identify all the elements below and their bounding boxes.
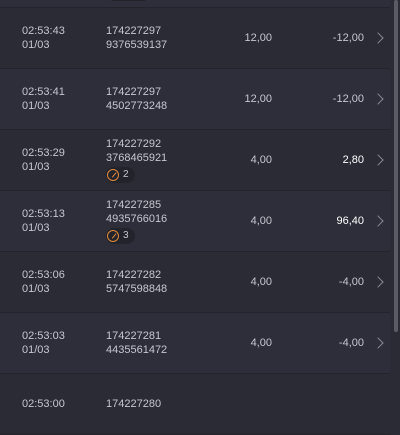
table-row-partial-top[interactable]: 1414 [0, 0, 390, 8]
row-bet: 12,00 [244, 93, 272, 105]
row-bet: 4,00 [250, 337, 272, 349]
row-datetime: 02:53:13 01/03 [22, 191, 65, 251]
round-id-line2: 5747598848 [106, 283, 168, 295]
multiplier-count: 2 [123, 169, 129, 180]
table-row[interactable]: 02:53:06 01/03 174227282 5747598848 4,00… [0, 252, 390, 313]
row-time: 02:53:06 [22, 269, 65, 281]
multiplier-badge: 3 [106, 228, 135, 244]
row-datetime: 02:53:00 [22, 374, 65, 434]
row-date: 01/03 [22, 222, 50, 234]
row-win: 2,80 [342, 154, 364, 166]
row-bet: 4,00 [250, 154, 272, 166]
row-win: 96,40 [336, 215, 364, 227]
row-bet: 4,00 [250, 276, 272, 288]
round-id-line1: 174227285 [106, 199, 162, 211]
row-datetime: 02:53:06 01/03 [22, 252, 65, 312]
row-round-id: 174227281 4435561472 [106, 313, 167, 373]
round-id-line1: 174227297 [106, 25, 162, 37]
row-time: 02:53:41 [22, 86, 65, 98]
row-round-id: 174227282 5747598848 [106, 252, 167, 312]
round-id-line2: 4935766016 [106, 213, 168, 225]
row-datetime: 02:53:29 01/03 [22, 130, 65, 190]
round-id-line2: 4435561472 [106, 344, 168, 356]
row-bet: 4,00 [250, 215, 272, 227]
chevron-right-icon [372, 32, 384, 44]
table-row[interactable]: 02:53:41 01/03 174227297 4502773248 12,0… [0, 69, 390, 130]
row-win: -4,00 [338, 276, 364, 288]
chevron-right-icon [372, 215, 384, 227]
row-date: 01/03 [22, 100, 50, 112]
row-datetime: 02:53:41 01/03 [22, 69, 65, 129]
round-id-line2: 3768465921 [106, 152, 168, 164]
row-date: 01/03 [22, 283, 50, 295]
round-id-line1: 174227280 [106, 398, 162, 410]
row-datetime: 02:53:43 01/03 [22, 8, 65, 68]
row-datetime: 02:53:03 01/03 [22, 313, 65, 373]
chevron-right-icon [372, 154, 384, 166]
chevron-right-icon [372, 337, 384, 349]
row-time: 02:53:43 [22, 25, 65, 37]
row-date: 01/03 [22, 344, 50, 356]
multiplier-badge: 1414 [106, 0, 152, 1]
row-round-id: 174227297 4502773248 [106, 69, 167, 129]
row-time: 02:53:13 [22, 208, 65, 220]
row-win: -12,00 [332, 93, 364, 105]
multiplier-count: 3 [123, 230, 129, 241]
row-win: -4,00 [338, 337, 364, 349]
row-time: 02:53:00 [22, 398, 65, 410]
multiplier-icon [107, 230, 119, 242]
chevron-right-icon [372, 93, 384, 105]
chevron-right-icon [372, 276, 384, 288]
row-time: 02:53:03 [22, 330, 65, 342]
round-id-line1: 174227282 [106, 269, 162, 281]
row-win: -12,00 [332, 32, 364, 44]
round-id-line2: 4502773248 [106, 100, 168, 112]
row-round-id: 174227297 9376539137 [106, 8, 167, 68]
scrollbar[interactable] [394, 0, 398, 332]
row-round-id: 174227292 3768465921 2 [106, 130, 167, 190]
multiplier-icon [107, 169, 119, 181]
round-id-line1: 174227297 [106, 86, 162, 98]
round-id-line1: 174227281 [106, 330, 162, 342]
bet-history-list: 1414 02:53:43 01/03 174227297 9376539137… [0, 0, 390, 435]
table-row[interactable]: 02:53:13 01/03 174227285 4935766016 3 4,… [0, 191, 390, 252]
round-id-line1: 174227292 [106, 138, 162, 150]
row-round-id: 174227285 4935766016 3 [106, 191, 167, 251]
row-date: 01/03 [22, 39, 50, 51]
table-row[interactable]: 02:53:00 174227280 [0, 374, 390, 435]
round-id-line2: 9376539137 [106, 39, 168, 51]
table-row[interactable]: 02:53:29 01/03 174227292 3768465921 2 4,… [0, 130, 390, 191]
row-round-id: 174227280 [106, 374, 161, 434]
table-row[interactable]: 02:53:03 01/03 174227281 4435561472 4,00… [0, 313, 390, 374]
row-date: 01/03 [22, 161, 50, 173]
table-row[interactable]: 02:53:43 01/03 174227297 9376539137 12,0… [0, 8, 390, 69]
row-time: 02:53:29 [22, 147, 65, 159]
row-bet: 12,00 [244, 32, 272, 44]
multiplier-badge: 2 [106, 167, 135, 183]
